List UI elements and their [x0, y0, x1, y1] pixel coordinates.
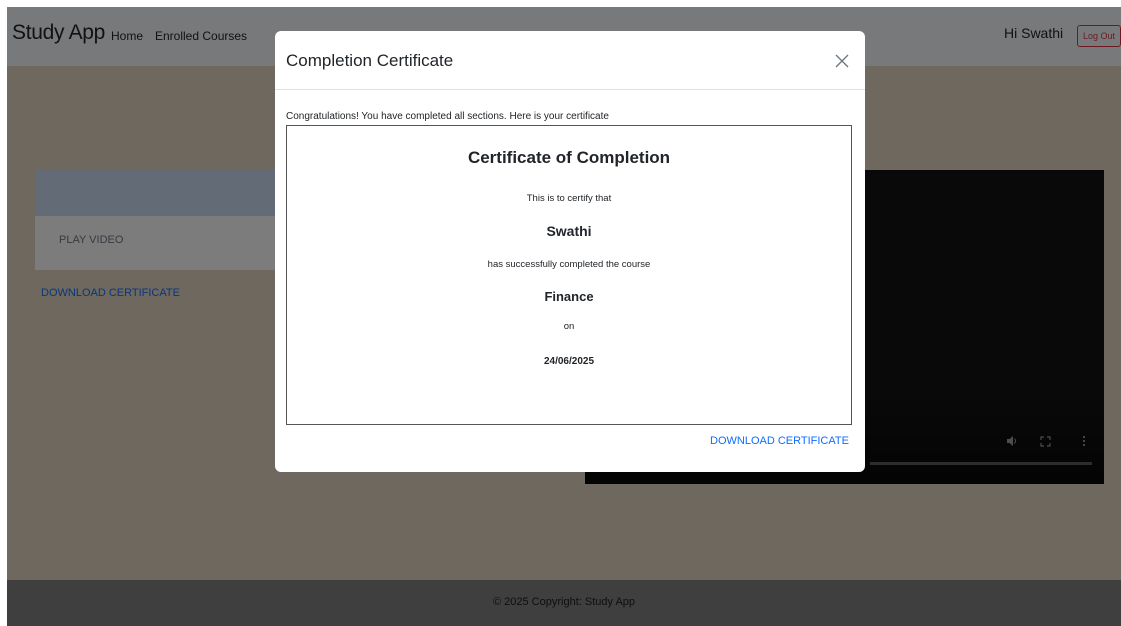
certificate-course: Finance [544, 289, 594, 304]
certificate-completed-line: has successfully completed the course [487, 259, 651, 270]
modal-header: Completion Certificate [275, 31, 865, 90]
certificate-date: 24/06/2025 [543, 356, 595, 367]
certificate-recipient: Swathi [546, 223, 592, 239]
certificate-modal: Completion Certificate Congratulations! … [275, 31, 865, 472]
modal-title: Completion Certificate [286, 51, 454, 70]
certificate-certify-line: This is to certify that [526, 193, 612, 204]
certificate-heading: Certificate of Completion [467, 148, 671, 167]
certificate-frame: Certificate of Completion This is to cer… [286, 125, 852, 425]
modal-intro-text: Congratulations! You have completed all … [286, 111, 609, 122]
close-icon[interactable] [835, 51, 855, 71]
app-root: Study App Home Enrolled Courses Hi Swath… [7, 7, 1121, 626]
certificate-on-label: on [563, 321, 575, 332]
modal-download-certificate-button[interactable]: DOWNLOAD CERTIFICATE [710, 435, 849, 447]
